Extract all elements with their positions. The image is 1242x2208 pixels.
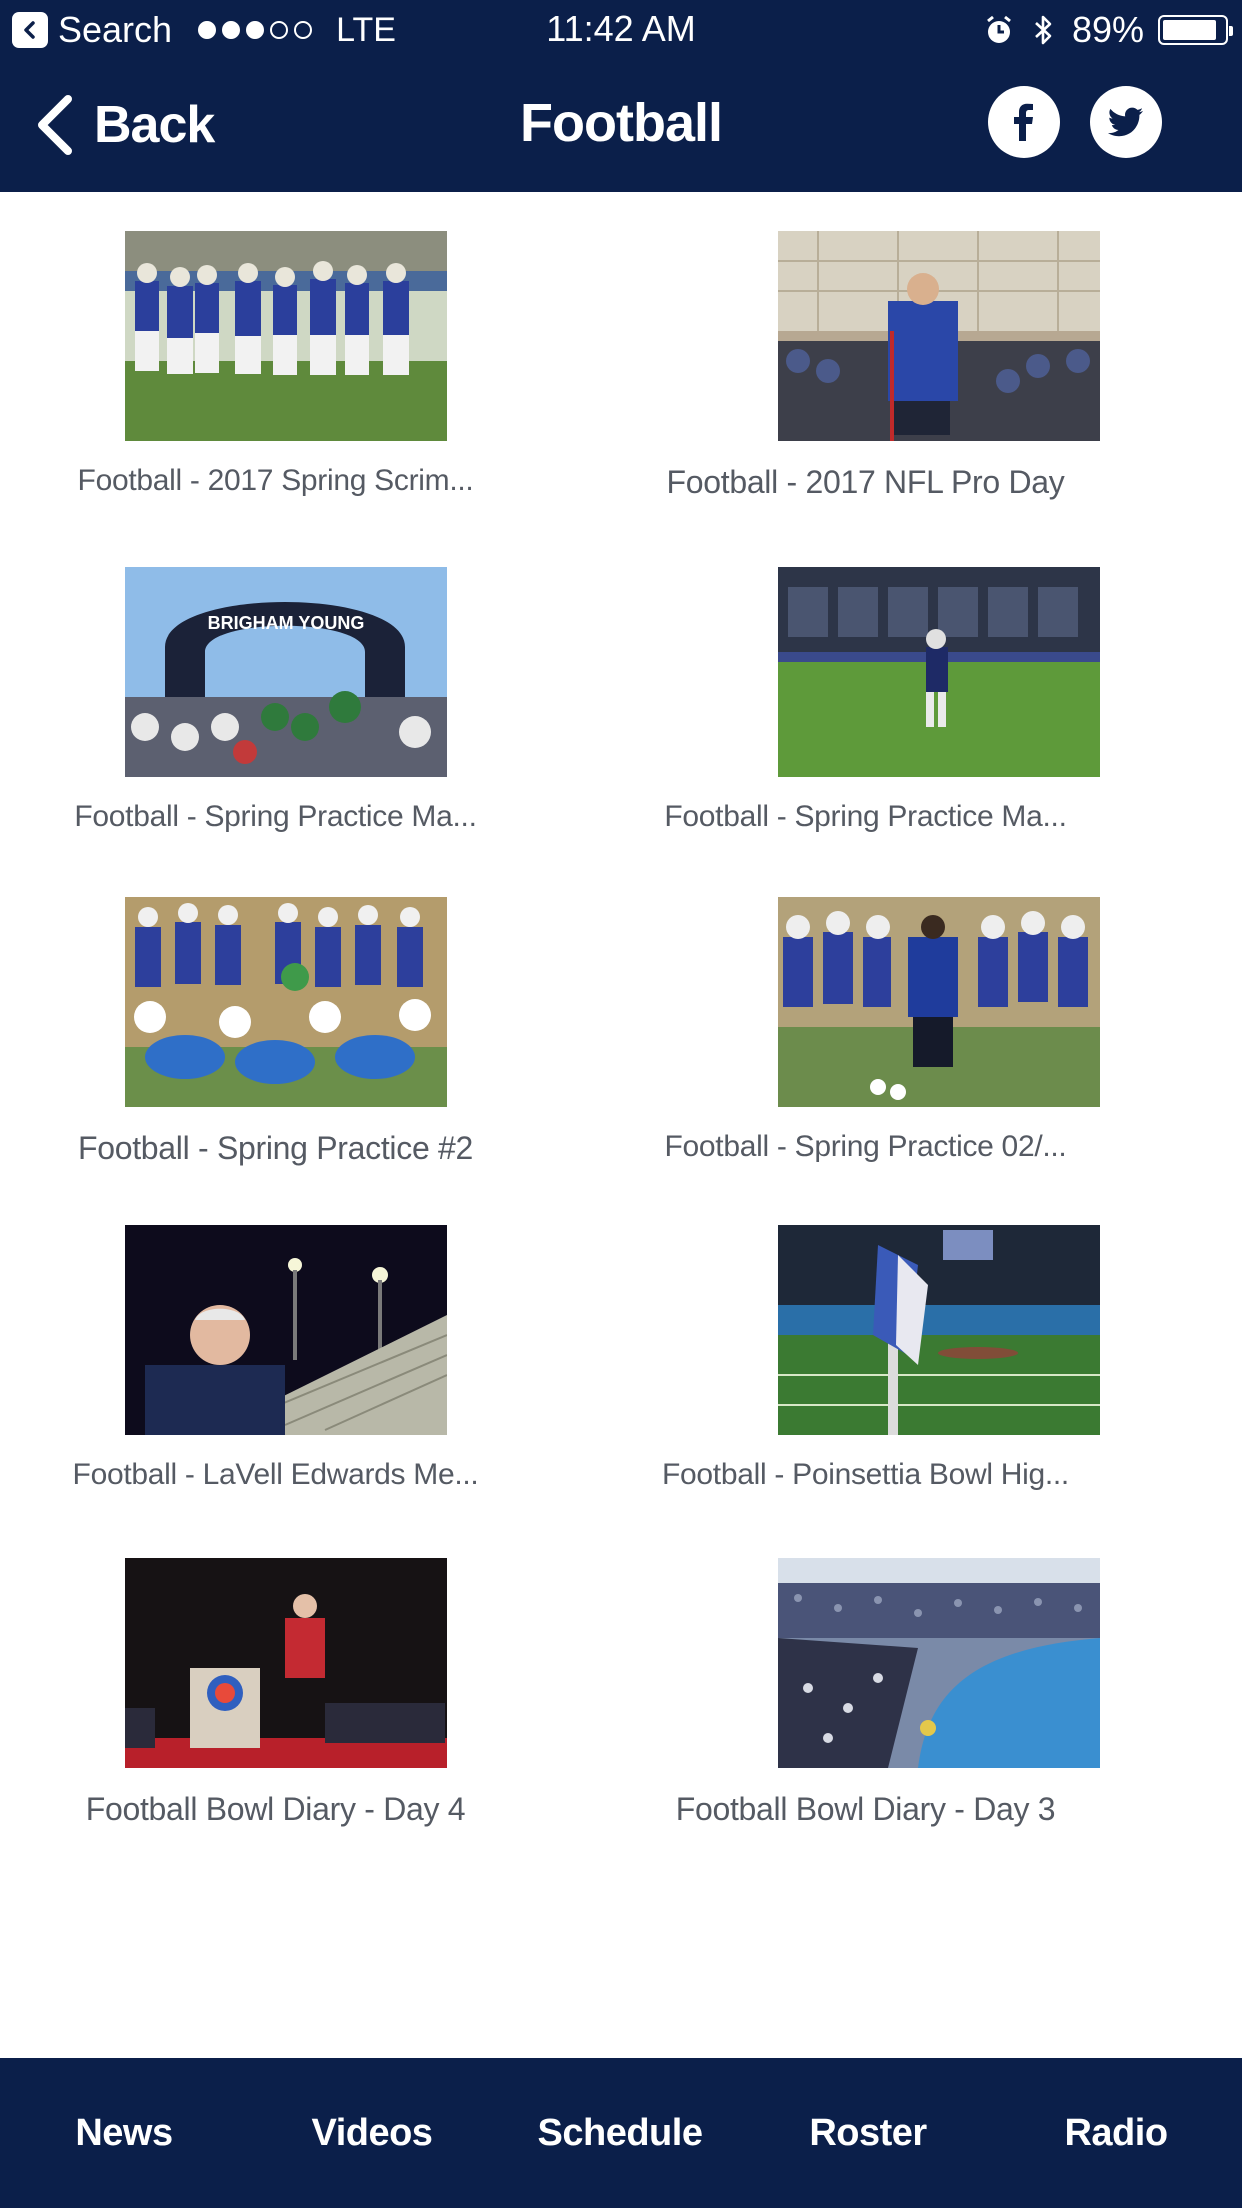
bluetooth-icon [1028,13,1058,47]
arch-banner-text: BRIGHAM YOUNG [208,613,365,633]
video-title: Football - Poinsettia Bowl Hig... [662,1458,1069,1491]
video-thumbnail[interactable] [125,1558,447,1768]
video-thumbnail[interactable] [125,1225,447,1435]
video-thumbnail[interactable] [778,1558,1100,1768]
video-item[interactable]: Football Bowl Diary - Day 3 [621,1519,1242,1849]
video-title: Football - 2017 NFL Pro Day [666,464,1065,500]
video-title: Football - 2017 Spring Scrim... [77,464,474,497]
video-thumbnail[interactable] [778,1225,1100,1435]
tab-news[interactable]: News [0,2058,248,2208]
video-thumbnail[interactable]: BRIGHAM YOUNG [125,567,447,777]
video-item[interactable]: Football - Poinsettia Bowl Hig... [621,1186,1242,1516]
alarm-icon [984,13,1014,47]
tab-roster[interactable]: Roster [744,2058,992,2208]
battery-level-fill [1163,20,1217,40]
twitter-button[interactable] [1090,86,1162,158]
video-item[interactable]: Football - 2017 NFL Pro Day [621,192,1242,522]
twitter-icon [1107,107,1143,137]
video-title: Football - Spring Practice Ma... [74,800,477,833]
video-item[interactable]: Football - 2017 Spring Scrim... [0,192,621,522]
video-thumbnail[interactable] [125,231,447,441]
video-thumbnail[interactable] [778,897,1100,1107]
video-item[interactable]: Football - Spring Practice 02/... [621,858,1242,1188]
battery-percent: 89% [1071,9,1144,50]
tab-videos[interactable]: Videos [248,2058,496,2208]
battery-icon [1158,15,1233,45]
app-header: Search LTE 11:42 AM 89% Back Football [0,0,1242,192]
facebook-icon [1014,103,1033,141]
tab-radio[interactable]: Radio [992,2058,1240,2208]
video-title: Football - LaVell Edwards Me... [72,1458,479,1491]
video-thumbnail[interactable] [778,231,1100,441]
video-title: Football Bowl Diary - Day 3 [675,1791,1056,1827]
video-grid: Football - 2017 Spring Scrim... Football… [0,192,1242,2058]
bottom-tab-bar: News Videos Schedule Roster Radio [0,2058,1242,2208]
video-title: Football Bowl Diary - Day 4 [85,1791,466,1827]
video-item[interactable]: Football Bowl Diary - Day 4 [0,1519,621,1849]
video-item[interactable]: Football - LaVell Edwards Me... [0,1186,621,1516]
video-thumbnail[interactable] [125,897,447,1107]
video-title: Football - Spring Practice Ma... [664,800,1067,833]
video-thumbnail[interactable] [778,567,1100,777]
video-item[interactable]: Football - Spring Practice #2 [0,858,621,1188]
video-item[interactable]: Football - Spring Practice Ma... [621,528,1242,858]
navigation-bar: Back Football [0,60,1242,192]
video-title: Football - Spring Practice #2 [77,1130,474,1166]
video-title: Football - Spring Practice 02/... [664,1130,1067,1163]
status-bar: Search LTE 11:42 AM 89% [0,0,1242,60]
tab-schedule[interactable]: Schedule [496,2058,744,2208]
video-item[interactable]: BRIGHAM YOUNG Football - Spring Practice… [0,528,621,858]
facebook-button[interactable] [988,86,1060,158]
